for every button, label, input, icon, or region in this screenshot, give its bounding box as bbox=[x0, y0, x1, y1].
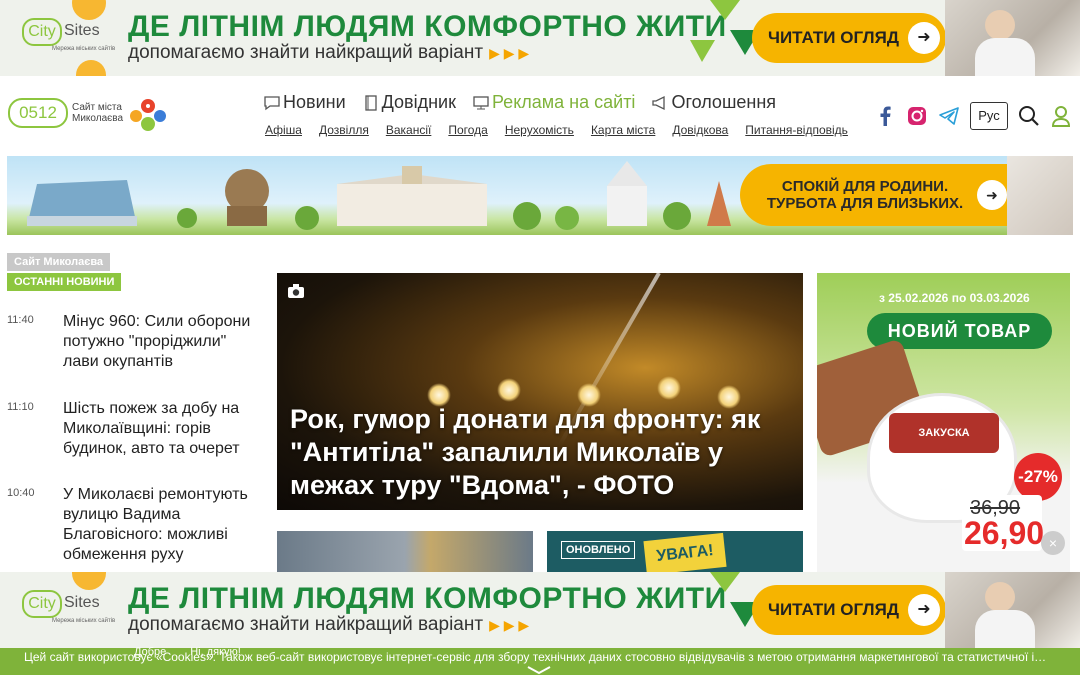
subnav-realty[interactable]: Нерухомість bbox=[505, 123, 574, 137]
ad-new-price: 26,90 bbox=[964, 515, 1045, 551]
nav-news-label: Новини bbox=[283, 92, 346, 112]
subnav-city-map[interactable]: Карта міста bbox=[591, 123, 655, 137]
instagram-icon[interactable] bbox=[906, 105, 928, 127]
subnav-reference[interactable]: Довідкова bbox=[672, 123, 728, 137]
arrow-right-icon: ➜ bbox=[908, 22, 940, 54]
citysites-logo-bubble: City bbox=[22, 590, 62, 618]
nav-directory[interactable]: Довідник bbox=[362, 92, 456, 113]
site-header: 0512 Сайт міста Миколаєва Новини Довідни… bbox=[0, 76, 1080, 154]
news-title[interactable]: У Миколаєві ремонтують вулицю Вадима Бла… bbox=[63, 485, 263, 565]
promo-subline-text: допомагаємо знайти найкращий варіант bbox=[128, 614, 484, 635]
stage-light bbox=[657, 376, 681, 400]
news-time: 10:40 bbox=[7, 487, 35, 499]
book-icon bbox=[364, 94, 377, 111]
citysites-logo: City Sites Мережа міських сайтів bbox=[22, 588, 116, 630]
citysites-logo-bubble: City bbox=[22, 18, 62, 46]
green-triangles-decor bbox=[710, 572, 760, 627]
site-logo-name: Сайт міста Миколаєва bbox=[72, 102, 124, 124]
camera-icon bbox=[288, 284, 304, 298]
arrow-right-icon: ➜ bbox=[977, 180, 1007, 210]
close-icon[interactable]: × bbox=[1041, 531, 1065, 555]
telegram-icon[interactable] bbox=[938, 105, 960, 127]
ad-product-label: ЗАКУСКА bbox=[889, 413, 999, 453]
citysites-logo-sub: Мережа міських сайтів bbox=[52, 46, 116, 52]
site-logo[interactable]: 0512 Сайт міста Миколаєва bbox=[8, 94, 123, 138]
promo-subline: допомагаємо знайти найкращий варіант ▶ ▶ … bbox=[128, 42, 529, 64]
city-banner-cta[interactable]: СПОКІЙ ДЛЯ РОДИНИ. ТУРБОТА ДЛЯ БЛИЗЬКИХ.… bbox=[740, 164, 1020, 226]
latest-news-tag[interactable]: ОСТАННІ НОВИНИ bbox=[7, 273, 122, 291]
read-review-label: ЧИТАТИ ОГЛЯД bbox=[768, 28, 899, 47]
subnav-weather[interactable]: Погода bbox=[448, 123, 488, 137]
promo-photo bbox=[945, 572, 1080, 648]
language-switch-button[interactable]: Рус bbox=[970, 102, 1008, 130]
ad-price-tag: 36,90 26,90 bbox=[962, 495, 1045, 551]
ad-discount-badge: -27% bbox=[1014, 453, 1062, 501]
news-title[interactable]: Мінус 960: Сили оборони потужно "прорідж… bbox=[63, 312, 263, 372]
news-title[interactable]: Шість пожеж за добу на Миколаївщині: гор… bbox=[63, 399, 263, 459]
city-skyline-illustration bbox=[27, 161, 731, 230]
featured-title[interactable]: Рок, гумор і донати для фронту: як "Анти… bbox=[290, 403, 795, 502]
green-triangles-decor bbox=[690, 0, 760, 62]
featured-article[interactable]: Рок, гумор і донати для фронту: як "Анти… bbox=[277, 273, 803, 510]
promo-headline: ДЕ ЛІТНІМ ЛЮДЯМ КОМФОРТНО ЖИТИ bbox=[128, 10, 727, 43]
nav-classifieds-label: Оголошення bbox=[671, 92, 777, 112]
bottom-promo-banner[interactable]: City Sites Мережа міських сайтів ДЕ ЛІТН… bbox=[0, 572, 1080, 648]
citysites-logo: City Sites Мережа міських сайтів bbox=[22, 16, 116, 58]
monitor-icon bbox=[473, 95, 489, 109]
promo-subline: допомагаємо знайти найкращий варіант ▶ ▶ … bbox=[128, 614, 529, 636]
subnav-qa[interactable]: Питання-відповідь bbox=[745, 123, 848, 137]
subnav-leisure[interactable]: Дозвілля bbox=[319, 123, 369, 137]
decor-dot bbox=[76, 60, 106, 76]
user-icon[interactable] bbox=[1050, 105, 1072, 127]
citysites-logo-word: Sites bbox=[64, 22, 100, 39]
site-logo-code: 0512 bbox=[8, 98, 68, 128]
triangles-icon: ▶ ▶ ▶ bbox=[489, 617, 530, 633]
facebook-icon[interactable] bbox=[874, 105, 896, 127]
ad-dates: з 25.02.2026 по 03.03.2026 bbox=[879, 291, 1030, 305]
read-review-label: ЧИТАТИ ОГЛЯД bbox=[768, 600, 899, 619]
nav-classifieds[interactable]: Оголошення bbox=[651, 92, 776, 113]
promo-subline-text: допомагаємо знайти найкращий варіант bbox=[128, 42, 484, 63]
subnav-afisha[interactable]: Афіша bbox=[265, 123, 302, 137]
triangles-icon: ▶ ▶ ▶ bbox=[489, 45, 530, 61]
article-thumbnail[interactable]: ОНОВЛЕНО УВАГА! bbox=[547, 531, 803, 576]
nav-news[interactable]: Новини bbox=[263, 92, 346, 113]
search-icon[interactable] bbox=[1018, 105, 1040, 127]
read-review-button[interactable]: ЧИТАТИ ОГЛЯД ➜ bbox=[752, 585, 946, 635]
article-thumbnail[interactable] bbox=[277, 531, 533, 573]
news-time: 11:10 bbox=[7, 401, 34, 413]
subnav-vacancies[interactable]: Вакансії bbox=[386, 123, 432, 137]
header-actions: Рус bbox=[874, 102, 1072, 130]
city-banner-ad[interactable]: СПОКІЙ ДЛЯ РОДИНИ. ТУРБОТА ДЛЯ БЛИЗЬКИХ.… bbox=[7, 156, 1073, 235]
arrow-right-icon: ➜ bbox=[908, 594, 940, 626]
updated-badge: ОНОВЛЕНО bbox=[561, 541, 636, 559]
citysites-logo-word: Sites bbox=[64, 594, 100, 611]
chat-icon bbox=[264, 95, 280, 110]
flowers-icon bbox=[130, 99, 166, 131]
nav-advertising-label: Реклама на сайті bbox=[491, 92, 636, 112]
city-banner-ad-text: СПОКІЙ ДЛЯ РОДИНИ. ТУРБОТА ДЛЯ БЛИЗЬКИХ. bbox=[766, 178, 964, 212]
nav-directory-label: Довідник bbox=[381, 92, 456, 112]
main-nav: Новини Довідник Реклама на сайті Оголоше… bbox=[263, 92, 776, 113]
cookie-bar: Добре Ні, дякую! Цей сайт використовує «… bbox=[0, 646, 1080, 675]
megaphone-icon bbox=[652, 95, 666, 110]
city-banner-photo bbox=[1007, 156, 1073, 235]
news-time: 11:40 bbox=[7, 314, 34, 326]
site-tag[interactable]: Сайт Миколаєва bbox=[7, 253, 111, 271]
citysites-logo-sub: Мережа міських сайтів bbox=[52, 618, 116, 624]
promo-photo bbox=[945, 0, 1080, 76]
promo-headline: ДЕ ЛІТНІМ ЛЮДЯМ КОМФОРТНО ЖИТИ bbox=[128, 582, 727, 615]
top-promo-banner[interactable]: City Sites Мережа міських сайтів ДЕ ЛІТН… bbox=[0, 0, 1080, 76]
read-review-button[interactable]: ЧИТАТИ ОГЛЯД ➜ bbox=[752, 13, 946, 63]
chevron-down-icon[interactable] bbox=[526, 663, 552, 675]
sidebar-ad[interactable]: з 25.02.2026 по 03.03.2026 НОВИЙ ТОВАР З… bbox=[817, 273, 1070, 573]
warning-sign: УВАГА! bbox=[643, 532, 727, 576]
sub-nav: Афіша Дозвілля Вакансії Погода Нерухоміс… bbox=[265, 123, 848, 137]
nav-advertising[interactable]: Реклама на сайті bbox=[472, 92, 635, 113]
stage-light bbox=[497, 378, 521, 402]
